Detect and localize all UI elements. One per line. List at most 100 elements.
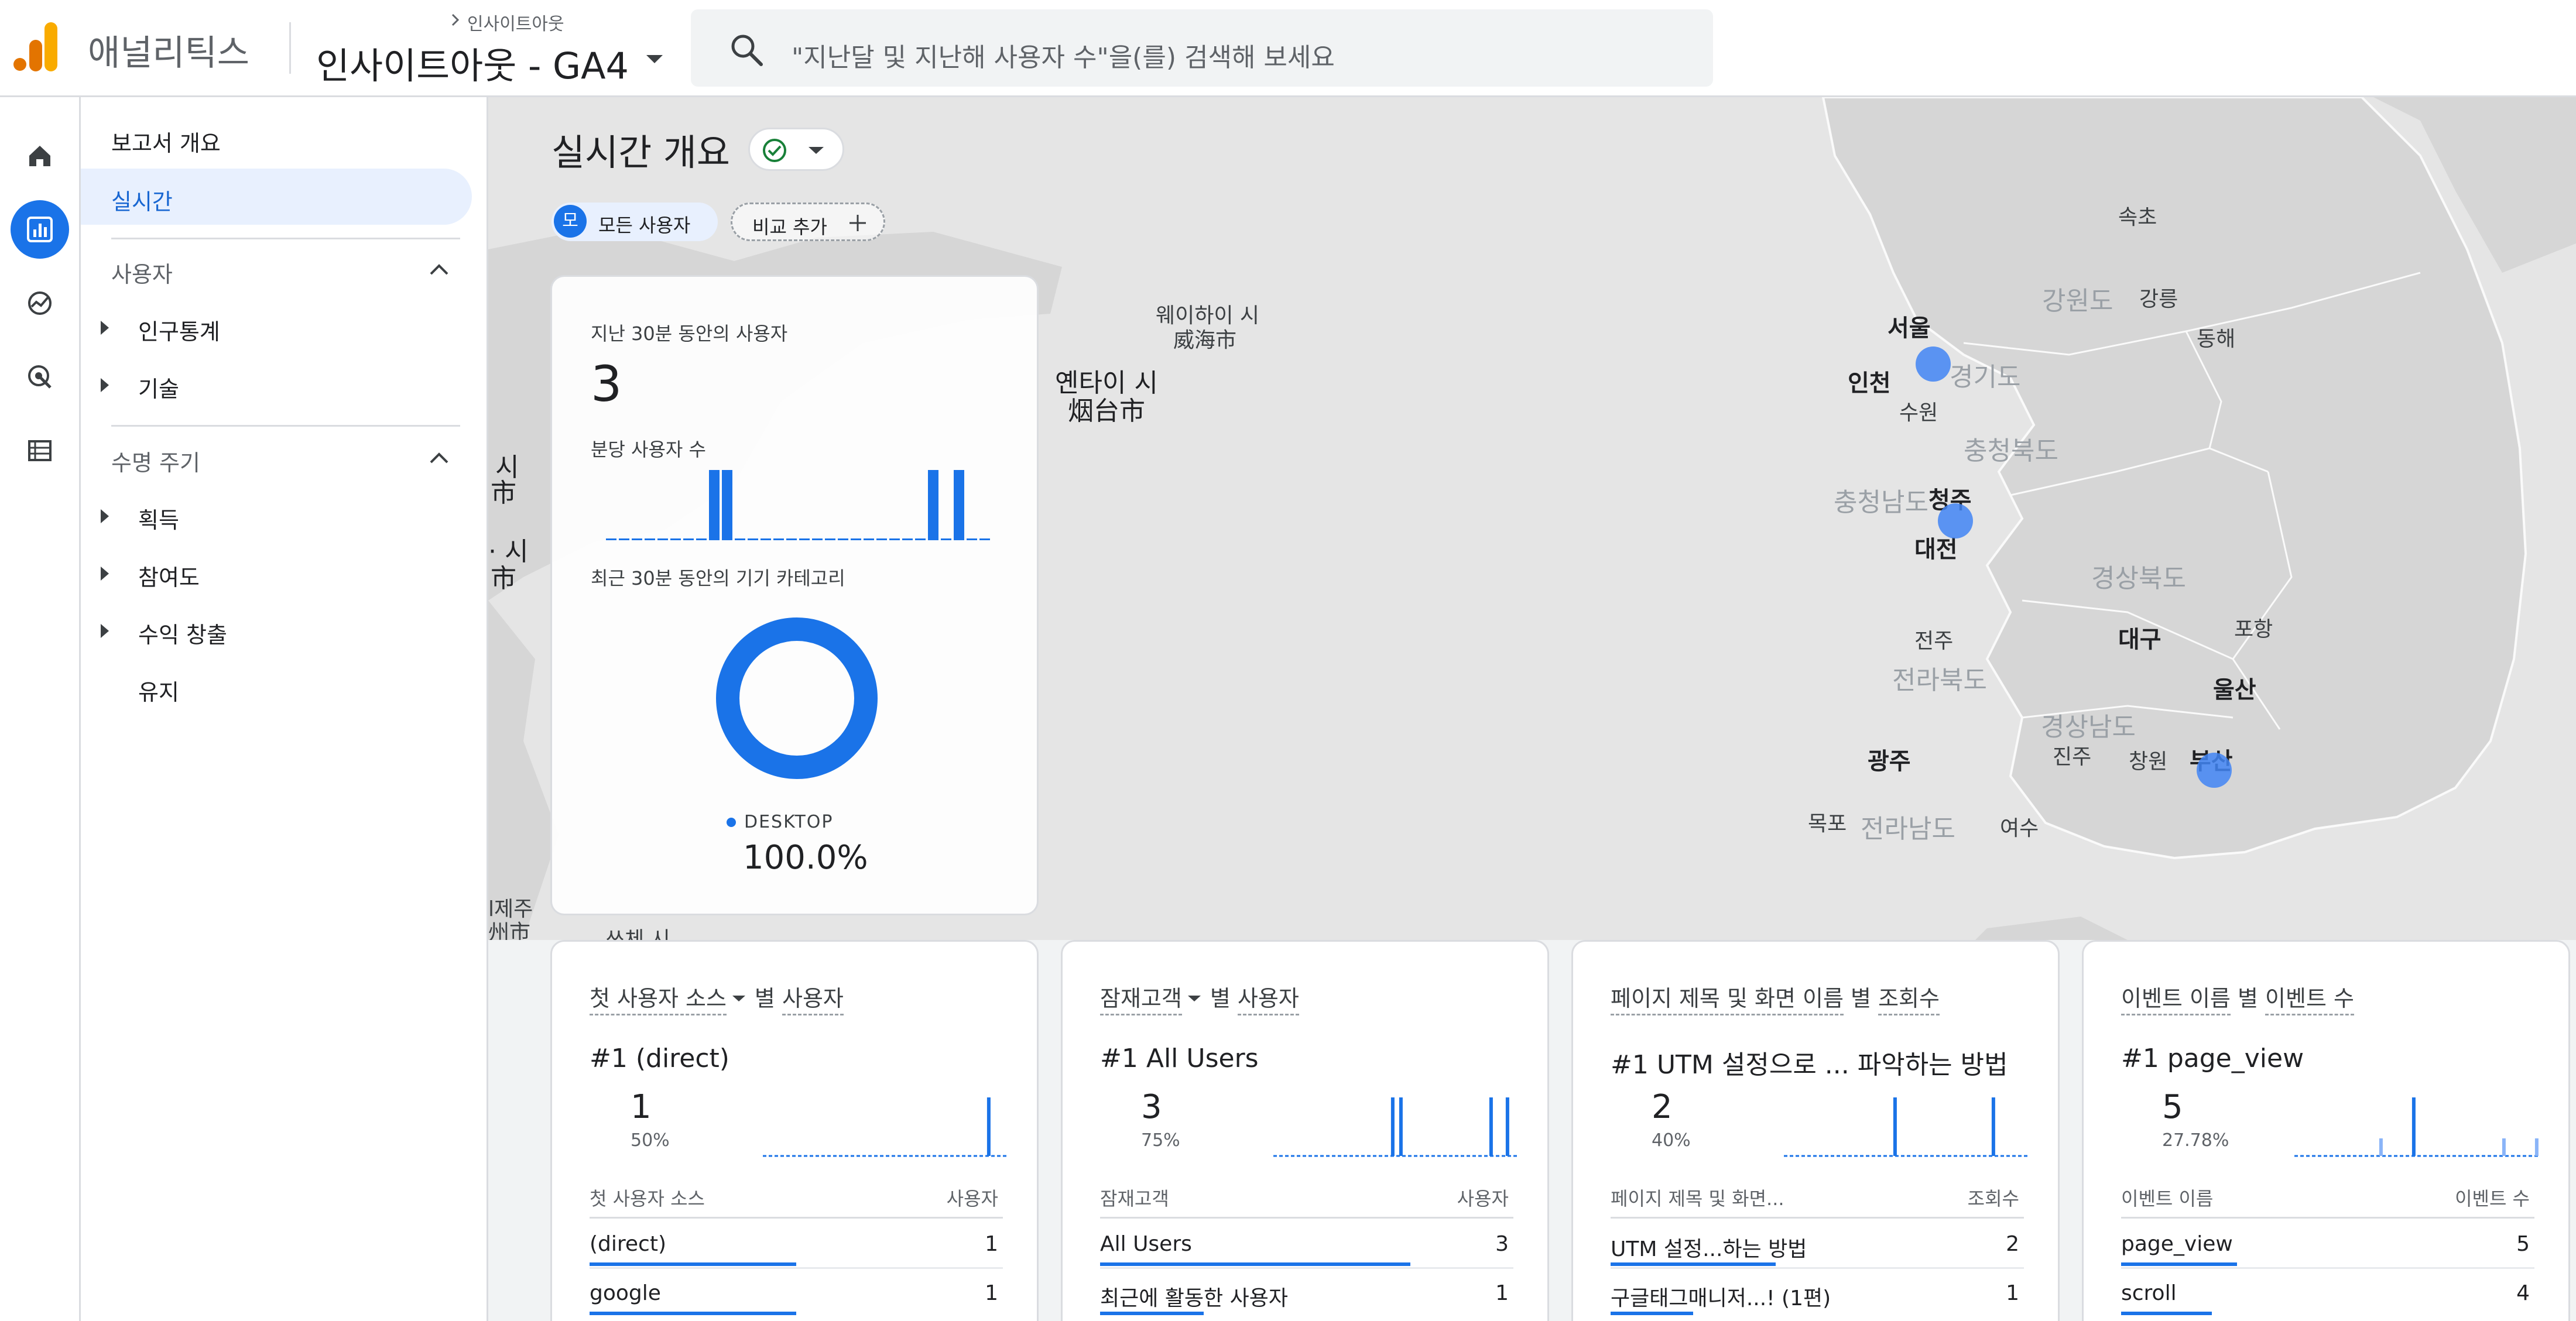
per-minute-bar[interactable] <box>838 538 848 540</box>
nav-realtime[interactable]: 실시간 <box>81 169 472 225</box>
per-minute-bar[interactable] <box>928 470 938 540</box>
chevron-up-icon[interactable] <box>429 451 450 465</box>
per-minute-bar[interactable] <box>915 538 926 540</box>
per-minute-bar[interactable] <box>696 538 707 540</box>
per-minute-bar[interactable] <box>670 538 681 540</box>
nav-tech[interactable]: 기술 <box>138 371 179 403</box>
chevron-up-icon[interactable] <box>429 262 450 276</box>
sparkline-bar[interactable] <box>986 1097 991 1156</box>
user-location-marker[interactable] <box>1938 503 1973 538</box>
table-row-value: 3 <box>1495 1232 1509 1256</box>
card-sparkline-chart[interactable] <box>2294 1092 2540 1157</box>
expand-arrow-icon[interactable] <box>101 567 109 581</box>
per-minute-bar[interactable] <box>941 538 951 540</box>
explore-button[interactable] <box>11 274 69 332</box>
per-minute-bar[interactable] <box>748 538 758 540</box>
user-location-marker[interactable] <box>2197 753 2232 788</box>
nav-engagement[interactable]: 참여도 <box>138 560 200 592</box>
per-minute-bar[interactable] <box>812 538 823 540</box>
sparkline-bar[interactable] <box>1505 1097 1509 1156</box>
expand-arrow-icon[interactable] <box>101 378 109 392</box>
advertising-button[interactable] <box>11 348 69 406</box>
per-minute-bar[interactable] <box>683 538 694 540</box>
table-row-name[interactable]: scroll <box>2121 1281 2177 1305</box>
configure-button[interactable] <box>11 421 69 480</box>
table-row-name[interactable]: UTM 설정...하는 방법 <box>1611 1232 1807 1262</box>
property-selector[interactable]: 인사이트아웃 - GA4 <box>316 36 629 89</box>
users-30min-value: 3 <box>591 355 622 413</box>
sparkline-bar[interactable] <box>1893 1097 1897 1156</box>
nav-monetization[interactable]: 수익 창출 <box>138 617 227 649</box>
card-sparkline-chart[interactable] <box>763 1092 1009 1157</box>
sparkline-bar[interactable] <box>1991 1097 1995 1156</box>
nav-demographics[interactable]: 인구통계 <box>138 314 220 346</box>
expand-arrow-icon[interactable] <box>101 321 109 335</box>
home-button[interactable] <box>11 126 69 185</box>
sparkline-bar[interactable] <box>1390 1097 1395 1156</box>
expand-arrow-icon[interactable] <box>101 509 109 523</box>
sparkline-bar[interactable] <box>2379 1138 2383 1156</box>
card-dimension-selector[interactable]: 잠재고객 <box>1100 986 1182 1015</box>
table-row-name[interactable]: All Users <box>1100 1232 1192 1256</box>
per-minute-bar[interactable] <box>967 538 977 540</box>
advertising-icon <box>28 365 52 389</box>
account-breadcrumb[interactable]: 인사이트아웃 <box>451 9 564 35</box>
donut-slice-desktop[interactable] <box>716 617 878 779</box>
per-minute-bar[interactable] <box>735 538 745 540</box>
caret-down-icon[interactable] <box>731 994 746 1003</box>
per-minute-bar[interactable] <box>786 538 797 540</box>
nav-acquisition[interactable]: 획득 <box>138 502 179 534</box>
sparkline-bar[interactable] <box>2502 1138 2506 1156</box>
add-comparison-button[interactable]: 비교 추가 <box>731 203 885 241</box>
per-minute-bar[interactable] <box>761 538 771 540</box>
per-minute-bar[interactable] <box>979 538 990 540</box>
per-minute-bar[interactable] <box>722 470 732 540</box>
per-minute-bar[interactable] <box>825 538 835 540</box>
per-minute-bar[interactable] <box>606 538 616 540</box>
per-minute-bar[interactable] <box>799 538 810 540</box>
sparkline-bar[interactable] <box>1489 1097 1493 1156</box>
per-minute-bar[interactable] <box>876 538 887 540</box>
table-row-name[interactable]: (direct) <box>590 1232 666 1256</box>
per-minute-bar[interactable] <box>619 538 629 540</box>
product-name: 애널리틱스 <box>88 33 249 74</box>
per-minute-bar[interactable] <box>709 470 720 540</box>
per-minute-bar[interactable] <box>851 538 861 540</box>
expand-arrow-icon[interactable] <box>101 624 109 638</box>
card-column-metric: 이벤트 수 <box>2455 1188 2530 1210</box>
analytics-logo-icon[interactable] <box>13 22 59 71</box>
per-minute-bar[interactable] <box>864 538 874 540</box>
table-row-name[interactable]: 구글태그매니저...! (1편) <box>1611 1281 1831 1312</box>
card-sparkline-chart[interactable] <box>1273 1092 1519 1157</box>
data-status-dropdown[interactable] <box>748 128 844 171</box>
card-sparkline-chart[interactable] <box>1784 1092 2030 1157</box>
nav-section-user[interactable]: 사용자 <box>111 256 173 289</box>
sparkline-bar[interactable] <box>2411 1097 2416 1156</box>
nav-section-lifecycle[interactable]: 수명 주기 <box>111 445 200 477</box>
table-row-name[interactable]: 최근에 활동한 사용자 <box>1100 1281 1288 1312</box>
per-minute-bar[interactable] <box>645 538 655 540</box>
sparkline-bar[interactable] <box>1399 1097 1403 1156</box>
table-row-name[interactable]: google <box>590 1281 661 1305</box>
per-minute-bar[interactable] <box>632 538 642 540</box>
users-per-minute-chart[interactable] <box>605 464 991 541</box>
device-donut-chart[interactable] <box>715 616 879 780</box>
map-label: 威海市 <box>1173 328 1237 352</box>
per-minute-bar[interactable] <box>889 538 900 540</box>
per-minute-bar[interactable] <box>954 470 964 540</box>
sparkline-bar[interactable] <box>2534 1138 2539 1156</box>
reports-button[interactable] <box>11 200 69 259</box>
per-minute-bar[interactable] <box>657 538 668 540</box>
caret-down-icon[interactable] <box>1187 994 1202 1003</box>
nav-retention[interactable]: 유지 <box>138 674 179 706</box>
nav-reports-overview[interactable]: 보고서 개요 <box>111 125 221 157</box>
caret-down-icon[interactable] <box>645 54 664 64</box>
segment-chip-all-users[interactable]: 모 모든 사용자 <box>551 203 718 241</box>
user-location-marker[interactable] <box>1916 346 1951 382</box>
home-icon <box>29 146 50 166</box>
card-dimension-selector[interactable]: 첫 사용자 소스 <box>590 986 727 1015</box>
per-minute-bar[interactable] <box>902 538 913 540</box>
table-row-name[interactable]: page_view <box>2121 1232 2233 1256</box>
per-minute-bar[interactable] <box>773 538 784 540</box>
search-bar[interactable]: "지난달 및 지난해 사용자 수"을(를) 검색해 보세요 <box>691 9 1713 87</box>
